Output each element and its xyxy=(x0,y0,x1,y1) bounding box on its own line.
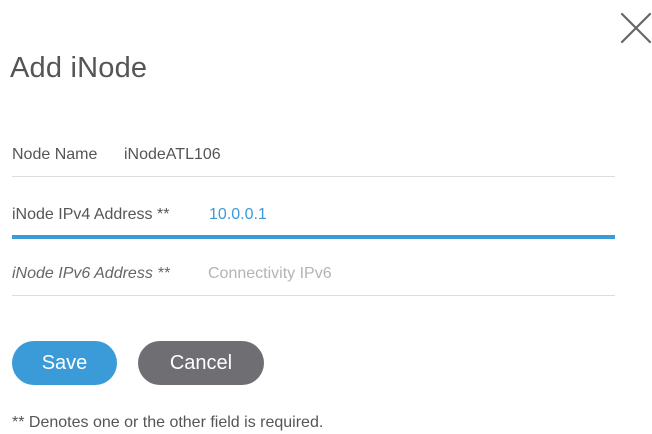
node-name-label: Node Name xyxy=(12,146,98,163)
ipv6-address-input[interactable] xyxy=(208,265,508,283)
node-name-underline xyxy=(12,176,615,177)
close-icon[interactable] xyxy=(620,12,652,44)
ipv4-address-focus-underline xyxy=(12,235,615,239)
cancel-button[interactable]: Cancel xyxy=(138,341,264,385)
node-name-input[interactable] xyxy=(124,146,424,164)
ipv6-address-label: iNode IPv6 Address ** xyxy=(12,265,170,282)
ipv4-address-row: iNode IPv4 Address ** xyxy=(12,200,615,240)
save-button[interactable]: Save xyxy=(12,341,117,385)
ipv6-address-underline xyxy=(12,295,615,296)
ipv4-address-input[interactable] xyxy=(209,206,509,224)
node-name-row: Node Name xyxy=(12,140,615,180)
ipv4-address-label: iNode IPv4 Address ** xyxy=(12,206,170,223)
required-field-note: ** Denotes one or the other field is req… xyxy=(12,414,324,431)
ipv6-address-row: iNode IPv6 Address ** xyxy=(12,258,615,298)
dialog-title: Add iNode xyxy=(10,52,148,84)
